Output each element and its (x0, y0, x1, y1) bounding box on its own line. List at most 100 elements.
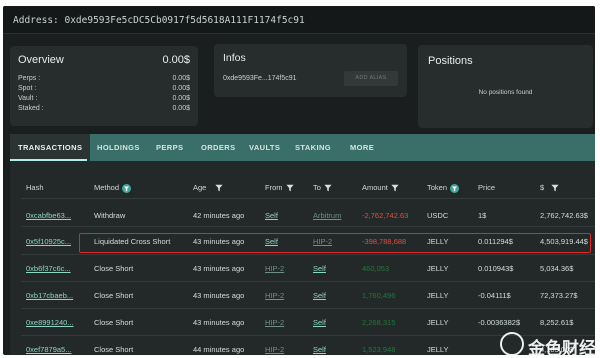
tx-age: 43 minutes ago (193, 264, 245, 273)
row-divider (21, 254, 595, 255)
tx-method: Close Short (94, 318, 134, 327)
tx-amount: 1,760,496 (362, 291, 396, 300)
overview-value: 0.00$ (172, 105, 190, 112)
tx-usd: 5,034.36$ (540, 264, 574, 273)
infos-title: Infos (223, 52, 246, 64)
filter-active-icon[interactable] (122, 183, 132, 193)
tx-token: JELLY (427, 318, 449, 327)
tx-amount: -2,762,742.63 (362, 211, 409, 220)
tab-perps[interactable]: PERPS (156, 134, 183, 161)
watermark-text: 金色财经 (528, 339, 595, 355)
overview-label: Vault : (18, 95, 38, 102)
add-alias-button[interactable]: ADD ALIAS (344, 71, 398, 86)
overview-label: Perps : (18, 75, 41, 82)
tab-bar: TRANSACTIONS HOLDINGS PERPS ORDERS VAULT… (10, 134, 595, 161)
filter-active-icon[interactable] (450, 183, 460, 193)
tx-from-link[interactable]: HIP-2 (265, 291, 284, 300)
filter-icon[interactable] (551, 184, 559, 192)
tx-price: 0.010943$ (478, 264, 514, 273)
active-tab-indicator (10, 159, 87, 161)
watermark-logo-icon (500, 332, 524, 355)
filter-icon[interactable] (324, 184, 332, 192)
header-label: Hash (26, 183, 44, 192)
overview-total: 0.00$ (162, 54, 190, 66)
tx-to-link[interactable]: Self (313, 318, 326, 327)
tx-method: Withdraw (94, 211, 126, 220)
tx-token: JELLY (427, 291, 449, 300)
positions-title: Positions (428, 55, 473, 67)
tx-from-link[interactable]: Self (265, 211, 278, 220)
header-label: Price (478, 183, 496, 192)
header-label: From (265, 183, 283, 192)
header-token: Token (427, 183, 460, 193)
tx-age: 43 minutes ago (193, 318, 245, 327)
tx-usd: 8,252.61$ (540, 318, 574, 327)
tab-transactions[interactable]: TRANSACTIONS (10, 134, 91, 161)
header-hash: Hash (26, 183, 44, 192)
tab-staking[interactable]: STAKING (295, 134, 331, 161)
header-label: Token (427, 183, 448, 192)
tx-usd: 2,762,742.63$ (540, 211, 588, 220)
tx-hash-link[interactable]: 0xef7879a5... (26, 345, 71, 354)
tab-orders[interactable]: ORDERS (201, 134, 236, 161)
tab-holdings[interactable]: HOLDINGS (97, 134, 140, 161)
header-label: Age (193, 183, 207, 192)
tab-vaults[interactable]: VAULTS (249, 134, 280, 161)
header-age: Age (193, 183, 223, 192)
tx-from-link[interactable]: HIP-2 (265, 264, 284, 273)
overview-row-staked: Staked : 0.00$ (18, 105, 190, 116)
tx-to-link[interactable]: Self (313, 264, 326, 273)
header-label: $ (540, 183, 545, 192)
row-divider (21, 308, 595, 309)
tx-age: 44 minutes ago (193, 345, 245, 354)
tx-token: USDC (427, 211, 449, 220)
header-to: To (313, 183, 332, 192)
tx-hash-link[interactable]: 0xb17cbaeb... (26, 291, 73, 300)
address-bar: Address: 0xde9593Fe5cDC5Cb0917f5d5618A11… (3, 6, 595, 34)
tx-hash-link[interactable]: 0xb6f37c6c... (26, 264, 71, 273)
tx-price: -0.04111$ (478, 291, 511, 300)
overview-value: 0.00$ (172, 75, 190, 82)
tx-amount: 1,523,948 (362, 345, 396, 354)
tx-amount: 2,268,315 (362, 318, 396, 327)
tx-to-link[interactable]: Arbitrum (313, 211, 341, 220)
header-divider (21, 198, 595, 199)
tx-price: -0.0036382$ (478, 318, 521, 327)
header-method: Method (94, 183, 132, 193)
filter-icon[interactable] (391, 184, 399, 192)
overview-panel: Overview 0.00$ Perps :0.00$ Spot :0.00$ … (10, 46, 198, 126)
tx-hash-link[interactable]: 0x5f10925c... (26, 237, 71, 246)
overview-value: 0.00$ (172, 85, 190, 92)
row-divider (21, 281, 595, 282)
overview-label: Staked : (18, 105, 44, 112)
header-amount: Amount (362, 183, 399, 192)
tx-price: 1$ (478, 211, 487, 220)
infos-panel: Infos 0xde9593Fe...174f5c91 ADD ALIAS (214, 44, 407, 97)
tx-method: Close Short (94, 264, 134, 273)
tx-hash-link[interactable]: 0xe8991240... (26, 318, 74, 327)
header-usd: $ (540, 183, 559, 192)
address-text: Address: 0xde9593Fe5cDC5Cb0917f5d5618A11… (13, 15, 305, 26)
positions-panel: Positions No positions found (418, 45, 593, 128)
watermark: 金色财经 (500, 331, 595, 355)
tx-from-link[interactable]: HIP-2 (265, 345, 284, 354)
filter-icon[interactable] (285, 184, 294, 192)
tx-token: JELLY (427, 264, 449, 273)
header-label: Method (94, 183, 120, 192)
header-from: From (265, 183, 294, 192)
overview-value: 0.00$ (172, 95, 190, 102)
positions-empty-text: No positions found (478, 89, 533, 96)
infos-address: 0xde9593Fe...174f5c91 (223, 75, 297, 82)
filter-icon[interactable] (215, 184, 223, 192)
tx-method: Close Short (94, 345, 134, 354)
tx-amount: 460,053 (362, 264, 390, 273)
tab-more[interactable]: MORE (350, 134, 374, 161)
tx-method: Close Short (94, 291, 134, 300)
tx-age: 42 minutes ago (193, 211, 245, 220)
tx-to-link[interactable]: Self (313, 345, 326, 354)
tx-from-link[interactable]: HIP-2 (265, 318, 284, 327)
row-divider (21, 226, 595, 227)
tx-hash-link[interactable]: 0xcabfbe63... (26, 211, 71, 220)
tx-to-link[interactable]: Self (313, 291, 326, 300)
explorer-window: Address: 0xde9593Fe5cDC5Cb0917f5d5618A11… (3, 6, 595, 355)
